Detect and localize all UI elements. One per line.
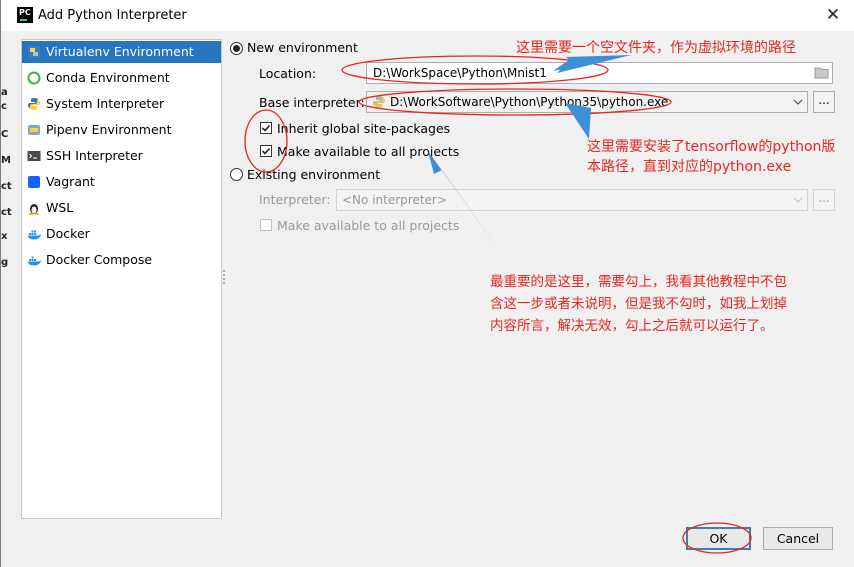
existing-make-available-label: Make available to all projects: [277, 218, 460, 233]
virtualenv-icon: [28, 46, 40, 58]
sidebar-item-docker[interactable]: Docker: [22, 223, 221, 245]
sidebar-item-label: System Interpreter: [46, 96, 165, 111]
sidebar-item-virtualenv[interactable]: Virtualenv Environment: [22, 41, 221, 63]
sidebar-item-vagrant[interactable]: Vagrant: [22, 171, 221, 193]
edge-text: g: [1, 257, 9, 268]
sidebar-item-label: Vagrant: [46, 174, 95, 189]
inherit-global-checkbox[interactable]: [260, 122, 272, 134]
conda-icon: [27, 71, 41, 85]
sidebar-item-label: WSL: [46, 200, 74, 215]
linux-icon: [29, 204, 39, 215]
background-window-edge: a c C M ct ct x g: [1, 31, 12, 567]
close-icon[interactable]: ✕: [819, 2, 847, 28]
annotation-base-interpreter-line1: 这里需要安装了tensorflow的python版: [587, 139, 836, 155]
sidebar-item-docker-compose[interactable]: Docker Compose: [22, 249, 221, 271]
sidebar-item-label: Docker: [46, 226, 90, 241]
python-icon: [373, 96, 385, 108]
python-icon: [28, 98, 40, 110]
sidebar-item-ssh[interactable]: SSH Interpreter: [22, 145, 221, 167]
location-input[interactable]: D:\WorkSpace\Python\Mnist1: [366, 62, 833, 84]
make-available-label: Make available to all projects: [277, 144, 460, 159]
sidebar-item-wsl[interactable]: WSL: [22, 197, 221, 219]
new-environment-radio[interactable]: [230, 42, 243, 55]
ok-button[interactable]: OK: [686, 527, 751, 550]
sidebar-item-system[interactable]: System Interpreter: [22, 93, 221, 115]
pycharm-app-icon: PC: [17, 7, 33, 23]
base-interpreter-value: D:\WorkSoftware\Python\Python35\python.e…: [390, 95, 669, 109]
title-bar[interactable]: PC Add Python Interpreter ✕: [1, 0, 854, 31]
environment-type-list: Virtualenv Environment Conda Environment…: [21, 39, 222, 519]
pipenv-icon: [28, 125, 40, 135]
new-environment-label: New environment: [247, 40, 358, 55]
sidebar-item-conda[interactable]: Conda Environment: [22, 67, 221, 89]
existing-environment-label: Existing environment: [247, 167, 381, 182]
annotation-base-interpreter-line2: 本路径，直到对应的python.exe: [587, 159, 792, 175]
make-available-checkbox[interactable]: [260, 145, 272, 157]
edge-text: ct: [1, 181, 12, 192]
docker-compose-icon: [28, 256, 41, 266]
location-value: D:\WorkSpace\Python\Mnist1: [373, 66, 547, 80]
edge-text: a: [1, 87, 8, 98]
interpreter-label: Interpreter:: [259, 192, 331, 207]
dialog-window: PC Add Python Interpreter ✕ a c C M ct c…: [0, 0, 854, 567]
base-interpreter-label: Base interpreter:: [259, 95, 365, 110]
dialog-title: Add Python Interpreter: [38, 8, 187, 23]
interpreter-select[interactable]: <No interpreter>: [336, 189, 808, 211]
edge-text: ct: [1, 207, 12, 218]
base-interpreter-select[interactable]: D:\WorkSoftware\Python\Python35\python.e…: [366, 91, 808, 113]
edge-text: x: [1, 231, 8, 242]
interpreter-browse-button[interactable]: ...: [813, 189, 835, 211]
annotation-location: 这里需要一个空文件夹，作为虚拟环境的路径: [516, 40, 796, 56]
annotation-checkbox-line1: 最重要的是这里，需要勾上，我看其他教程中不包: [490, 274, 787, 290]
edge-text: c: [1, 101, 7, 112]
edge-text: C: [1, 129, 9, 140]
inherit-global-label: Inherit global site-packages: [277, 121, 451, 136]
sidebar-item-label: Pipenv Environment: [46, 122, 172, 137]
annotation-checkbox-line2: 含这一步或者未说明，但是我不勾时，如我上划掉: [490, 296, 787, 312]
base-interpreter-browse-button[interactable]: ...: [813, 91, 835, 113]
sidebar-item-pipenv[interactable]: Pipenv Environment: [22, 119, 221, 141]
sidebar-item-label: Docker Compose: [46, 252, 153, 267]
sidebar-item-label: Conda Environment: [46, 70, 170, 85]
existing-make-available-checkbox[interactable]: [260, 219, 272, 231]
chevron-down-icon: [793, 197, 803, 203]
vagrant-icon: [28, 176, 40, 188]
interpreter-value: <No interpreter>: [342, 193, 447, 207]
chevron-down-icon: [793, 99, 803, 105]
sidebar-item-label: SSH Interpreter: [46, 148, 143, 163]
folder-icon[interactable]: [814, 66, 829, 79]
edge-text: M: [1, 155, 11, 166]
existing-environment-radio[interactable]: [230, 168, 243, 181]
checkbox-highlight-ellipse: [244, 109, 288, 173]
cancel-button[interactable]: Cancel: [763, 527, 833, 550]
docker-icon: [28, 230, 41, 240]
sidebar-item-label: Virtualenv Environment: [46, 44, 194, 59]
location-label: Location:: [259, 66, 317, 81]
terminal-icon: [27, 151, 41, 161]
splitter-handle[interactable]: [223, 270, 228, 284]
annotation-checkbox-line3: 内容所言，解决无效，勾上之后就可以运行了。: [490, 318, 774, 334]
